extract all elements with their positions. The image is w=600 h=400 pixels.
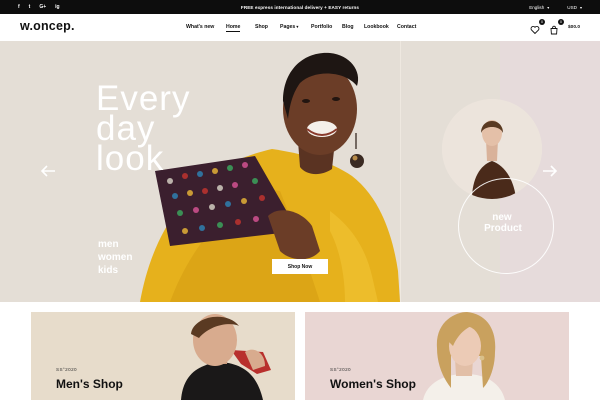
nav-home[interactable]: Home (226, 24, 241, 32)
nav-pages[interactable]: Pages ▾ (280, 24, 298, 30)
cart-total[interactable]: $00.0 (568, 25, 580, 30)
chevron-down-icon: ▾ (547, 4, 550, 10)
shop-now-button[interactable]: Shop Now (272, 259, 328, 274)
top-bar: f t G+ ig FREE express international del… (0, 0, 600, 14)
heart-icon (530, 26, 540, 35)
mens-shop-card[interactable]: SS°2020 Men's Shop (31, 312, 295, 400)
chevron-down-icon: ▾ (295, 24, 299, 29)
nav-pages-label: Pages (280, 24, 296, 30)
hero-link-kids[interactable]: kids (98, 264, 132, 277)
prev-slide-button[interactable] (40, 165, 56, 180)
womens-season-label: SS°2020 (330, 367, 351, 372)
currency-label: USD (567, 4, 577, 10)
mens-shop-title: Men's Shop (56, 377, 123, 391)
hero-title: Every day look (96, 79, 191, 178)
nav-whats-new[interactable]: What's new (186, 24, 214, 30)
cart-count-badge: 0 (557, 19, 564, 25)
nav-blog[interactable]: Blog (342, 24, 354, 30)
hero-link-men[interactable]: men (98, 238, 132, 251)
nav-contact[interactable]: Contact (397, 24, 416, 30)
main-header: w.oncep. What's new Home Shop Pages ▾ Po… (0, 14, 600, 41)
promo-text: FREE express international delivery + EA… (240, 4, 360, 10)
womens-shop-card[interactable]: SS°2020 Women's Shop (305, 312, 569, 400)
header-actions: 0 0 $00.0 (530, 19, 580, 35)
hero-banner: Every day look men women kids Shop Now n… (0, 41, 600, 302)
mens-season-label: SS°2020 (56, 367, 77, 372)
chevron-down-icon: ▾ (579, 4, 582, 10)
nav-portfolio[interactable]: Portfolio (311, 24, 332, 30)
language-label: English (529, 4, 545, 10)
cart-button[interactable]: 0 (549, 19, 564, 35)
nav-shop[interactable]: Shop (255, 24, 268, 30)
logo[interactable]: w.oncep. (20, 19, 75, 33)
hero-category-links: men women kids (98, 238, 132, 277)
new-product-label[interactable]: new Product (482, 212, 522, 234)
locale-selectors: English ▾ USD ▾ (529, 0, 582, 14)
hero-link-women[interactable]: women (98, 251, 132, 264)
womens-shop-title: Women's Shop (330, 377, 416, 391)
wishlist-button[interactable]: 0 (530, 19, 545, 35)
language-select[interactable]: English ▾ (529, 5, 549, 10)
arrow-right-icon (543, 165, 558, 177)
arrow-left-icon (40, 165, 55, 177)
bag-icon (550, 25, 558, 35)
nav-lookbook[interactable]: Lookbook (364, 24, 389, 30)
next-slide-button[interactable] (542, 165, 558, 180)
new-product-line-2: Product (484, 223, 522, 234)
new-product-line-1: new (492, 212, 512, 223)
wishlist-count-badge: 0 (538, 19, 545, 25)
currency-select[interactable]: USD ▾ (567, 5, 582, 10)
